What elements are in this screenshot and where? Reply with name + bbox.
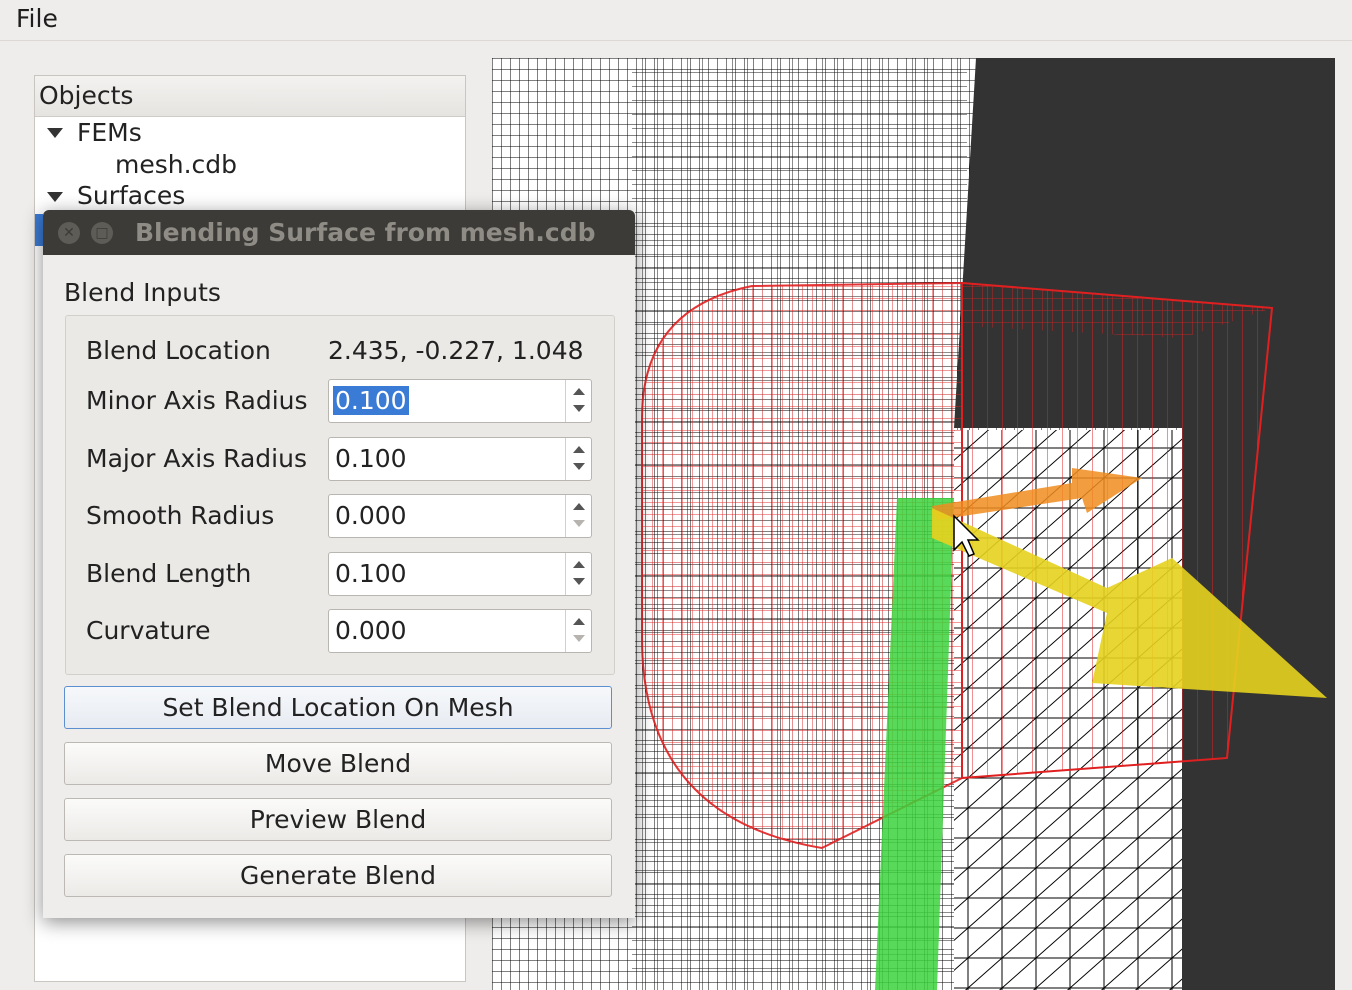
decrement-arrow-icon[interactable] [573, 520, 585, 527]
smooth-radius-value[interactable]: 0.000 [335, 501, 407, 530]
increment-arrow-icon[interactable] [573, 446, 585, 453]
file-menu[interactable]: File [16, 4, 58, 33]
move-blend-button[interactable]: Move Blend [64, 742, 612, 785]
increment-arrow-icon[interactable] [573, 388, 585, 395]
tree-item-surfaces[interactable]: Surfaces [77, 181, 185, 210]
decrement-arrow-icon[interactable] [573, 405, 585, 412]
blend-wireframe-box [961, 281, 1274, 780]
increment-arrow-icon[interactable] [573, 503, 585, 510]
increment-arrow-icon[interactable] [573, 618, 585, 625]
blending-dialog: ✕ □ Blending Surface from mesh.cdb Blend… [43, 210, 635, 918]
blend-length-value[interactable]: 0.100 [335, 559, 407, 588]
preview-blend-button[interactable]: Preview Blend [64, 798, 612, 841]
objects-header-label: Objects [39, 81, 134, 110]
generate-blend-button[interactable]: Generate Blend [64, 854, 612, 897]
minor-axis-radius-label: Minor Axis Radius [86, 386, 308, 415]
dialog-titlebar[interactable]: ✕ □ Blending Surface from mesh.cdb [43, 210, 635, 255]
tree-item-mesh-cdb[interactable]: mesh.cdb [115, 150, 237, 179]
smooth-radius-spinbox[interactable]: 0.000 [328, 494, 592, 538]
close-icon[interactable]: ✕ [58, 222, 80, 244]
major-axis-radius-spinbox[interactable]: 0.100 [328, 437, 592, 481]
blend-length-spinbox[interactable]: 0.100 [328, 552, 592, 596]
spin-arrows[interactable] [565, 610, 591, 652]
spin-arrows[interactable] [565, 438, 591, 480]
menubar: File [0, 0, 1352, 41]
spin-arrows[interactable] [565, 495, 591, 537]
objects-header[interactable]: Objects [35, 76, 465, 117]
decrement-arrow-icon[interactable] [573, 463, 585, 470]
increment-arrow-icon[interactable] [573, 561, 585, 568]
curvature-value[interactable]: 0.000 [335, 616, 407, 645]
blend-location-value: 2.435, -0.227, 1.048 [328, 336, 584, 365]
group-title: Blend Inputs [64, 278, 221, 307]
tree-item-fems[interactable]: FEMs [77, 118, 142, 147]
minor-axis-radius-spinbox[interactable]: 0.100 [328, 379, 592, 423]
set-blend-location-button[interactable]: Set Blend Location On Mesh [64, 686, 612, 729]
maximize-icon[interactable]: □ [91, 222, 113, 244]
blend-location-label: Blend Location [86, 336, 271, 365]
major-axis-radius-value[interactable]: 0.100 [335, 444, 407, 473]
curvature-spinbox[interactable]: 0.000 [328, 609, 592, 653]
expand-arrow-icon[interactable] [47, 192, 63, 202]
blend-inputs-group: Blend Location 2.435, -0.227, 1.048 Mino… [65, 315, 615, 675]
dialog-title: Blending Surface from mesh.cdb [135, 218, 596, 247]
minor-axis-radius-value[interactable]: 0.100 [333, 386, 409, 415]
curvature-label: Curvature [86, 616, 211, 645]
smooth-radius-label: Smooth Radius [86, 501, 275, 530]
blend-length-label: Blend Length [86, 559, 252, 588]
decrement-arrow-icon[interactable] [573, 635, 585, 642]
expand-arrow-icon[interactable] [47, 128, 63, 138]
major-axis-radius-label: Major Axis Radius [86, 444, 307, 473]
spin-arrows[interactable] [565, 380, 591, 422]
spin-arrows[interactable] [565, 553, 591, 595]
decrement-arrow-icon[interactable] [573, 578, 585, 585]
